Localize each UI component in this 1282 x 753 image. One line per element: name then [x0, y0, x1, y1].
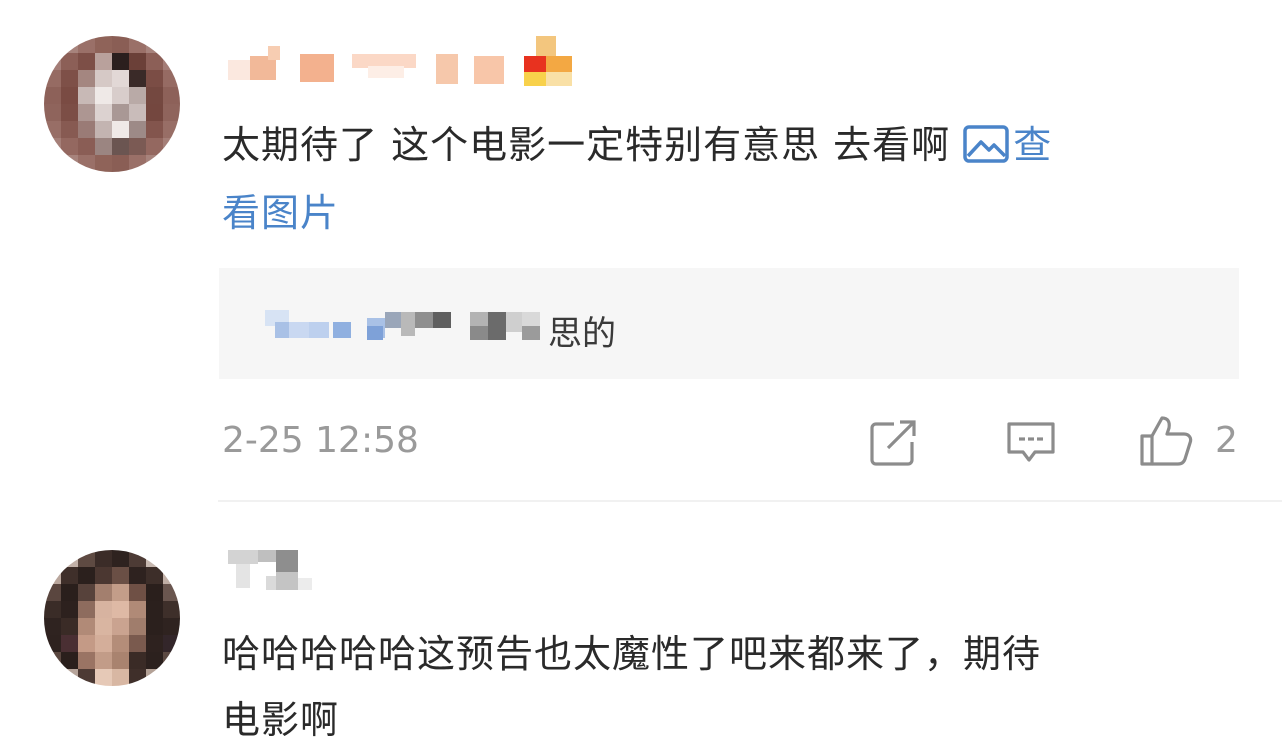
- thumbs-up-icon[interactable]: [1138, 414, 1194, 468]
- username[interactable]: [228, 548, 324, 594]
- comment-icon[interactable]: [1005, 420, 1057, 466]
- view-image-link-continued[interactable]: 看图片: [222, 180, 339, 246]
- timestamp: 2-25 12:58: [222, 420, 419, 461]
- comment-divider: [218, 500, 1282, 502]
- avatar[interactable]: [44, 550, 180, 686]
- comment-text: 太期待了 这个电影一定特别有意思 去看啊 查: [222, 112, 1052, 178]
- image-icon: [963, 124, 1009, 164]
- like-count: 2: [1215, 420, 1238, 461]
- comment-text-line: 太期待了 这个电影一定特别有意思 去看啊: [222, 123, 964, 167]
- username[interactable]: [228, 36, 576, 88]
- avatar[interactable]: [44, 36, 180, 172]
- comment-text: 哈哈哈哈哈这预告也太魔性了吧来都来了，期待: [222, 632, 1042, 676]
- comment-text-line2: 电影啊: [222, 698, 340, 742]
- view-image-label[interactable]: 查: [1013, 123, 1052, 167]
- reply-text: 思的: [548, 314, 616, 354]
- view-image-link[interactable]: 查: [963, 123, 1052, 167]
- share-icon[interactable]: [870, 420, 920, 466]
